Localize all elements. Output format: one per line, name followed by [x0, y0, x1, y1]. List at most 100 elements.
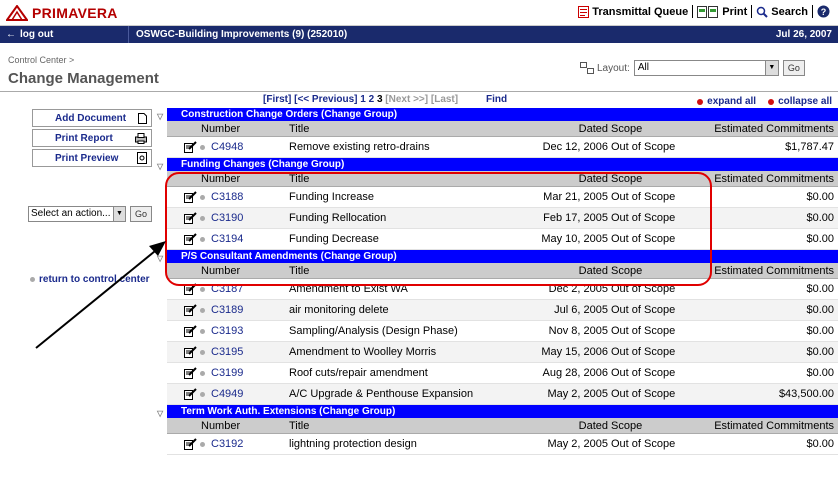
bullet-icon	[30, 277, 35, 282]
change-number-link[interactable]: C3195	[211, 346, 243, 358]
change-number-link[interactable]: C3199	[211, 367, 243, 379]
pagination: [First] [<< Previous] 1 2 3 [Next >>] [L…	[263, 94, 458, 105]
edit-icon[interactable]	[167, 325, 200, 337]
print-link[interactable]: Print	[693, 5, 751, 18]
collapse-triangle-icon[interactable]: ▽	[157, 160, 163, 173]
add-document-button[interactable]: Add Document	[32, 109, 152, 127]
print-preview-button[interactable]: Print Preview	[32, 149, 152, 167]
project-bar: ← log out OSWGC-Building Improvements (9…	[0, 26, 838, 43]
svg-text:?: ?	[821, 7, 827, 17]
action-select[interactable]: Select an action... ▼	[28, 206, 126, 222]
column-header-title[interactable]: Title	[289, 420, 503, 432]
column-header-estimated-commitments[interactable]: Estimated Commitments	[711, 123, 838, 135]
estimated-commitments: $0.00	[806, 325, 834, 337]
change-number-link[interactable]: C3189	[211, 304, 243, 316]
edit-icon[interactable]	[167, 388, 200, 400]
collapse-triangle-icon[interactable]: ▽	[157, 407, 163, 420]
search-icon	[757, 6, 769, 18]
column-header-dated[interactable]: Dated	[503, 123, 611, 135]
change-date: Aug 28, 2006	[542, 367, 608, 379]
group-title: Term Work Auth. Extensions (Change Group…	[181, 406, 396, 417]
bullet-icon	[200, 307, 205, 313]
expand-all-link[interactable]: expand all	[697, 96, 756, 107]
collapse-triangle-icon[interactable]: ▽	[157, 110, 163, 123]
group-header[interactable]: ▽ Term Work Auth. Extensions (Change Grou…	[157, 405, 838, 418]
column-header-estimated-commitments[interactable]: Estimated Commitments	[711, 420, 838, 432]
change-scope: Out of Scope	[611, 438, 676, 450]
change-number-link[interactable]: C3193	[211, 325, 243, 337]
edit-icon[interactable]	[167, 367, 200, 379]
column-header-number[interactable]: Number	[200, 420, 289, 432]
change-date: May 2, 2005	[547, 438, 608, 450]
column-header-scope[interactable]: Scope	[611, 123, 711, 135]
bullet-icon	[200, 144, 205, 150]
group-header[interactable]: ▽ Funding Changes (Change Group)	[157, 158, 838, 171]
return-label: return to control center	[39, 274, 150, 285]
document-icon	[578, 5, 590, 18]
action-go-button[interactable]: Go	[130, 206, 153, 222]
change-date: May 2, 2005	[547, 388, 608, 400]
collapse-triangle-icon[interactable]: ▽	[157, 252, 163, 265]
edit-icon[interactable]	[167, 438, 200, 450]
bullet-icon	[200, 286, 205, 292]
column-header-scope[interactable]: Scope	[611, 420, 711, 432]
breadcrumb[interactable]: Control Center >	[8, 55, 74, 65]
change-title: A/C Upgrade & Penthouse Expansion	[289, 388, 474, 400]
group-title: Funding Changes (Change Group)	[181, 159, 345, 170]
first-page-link[interactable]: [First]	[263, 94, 291, 105]
bullet-icon	[200, 441, 205, 447]
table-row: C3189 air monitoring delete Jul 6, 2005 Out…	[167, 300, 838, 321]
left-panel: Add Document Print Report Print Preview …	[0, 92, 160, 478]
change-number-link[interactable]: C3192	[211, 438, 243, 450]
column-header-row: Number Title Dated Scope Estimated Commitmen…	[167, 121, 838, 137]
estimated-commitments: $1,787.47	[785, 141, 834, 153]
change-date: May 15, 2006	[541, 346, 608, 358]
bullet-icon	[200, 391, 205, 397]
primavera-logo-icon	[6, 5, 28, 21]
layout-select-value: All	[637, 62, 649, 73]
page-link[interactable]: 2	[369, 94, 375, 105]
action-selector: Select an action... ▼ Go	[28, 206, 153, 222]
primavera-logo: PRIMAVERA	[6, 5, 118, 21]
layout-select[interactable]: All ▼	[633, 60, 779, 76]
project-name: OSWGC-Building Improvements (9) (252010)	[136, 29, 348, 40]
transmittal-queue-link[interactable]: Transmittal Queue	[574, 5, 692, 18]
print-icon	[697, 5, 719, 18]
estimated-commitments: $0.00	[806, 438, 834, 450]
column-header-title[interactable]: Title	[289, 123, 503, 135]
change-number-link[interactable]: C4948	[211, 141, 243, 153]
change-number-link[interactable]: C4949	[211, 388, 243, 400]
page-link[interactable]: 1	[360, 94, 366, 105]
previous-page-link[interactable]: [<< Previous]	[294, 94, 357, 105]
print-preview-icon	[137, 152, 147, 164]
print-report-button[interactable]: Print Report	[32, 129, 152, 147]
column-header-estimated-commitments[interactable]: Estimated Commitments	[711, 173, 838, 185]
collapse-all-label: collapse all	[778, 96, 832, 107]
layout-go-button[interactable]: Go	[782, 60, 805, 76]
layout-selector: Layout: All ▼ Go	[580, 60, 805, 76]
group-header[interactable]: ▽ Construction Change Orders (Change Grou…	[157, 108, 838, 121]
estimated-commitments: $0.00	[806, 233, 834, 245]
add-document-label: Add Document	[55, 112, 127, 124]
help-link[interactable]: ?	[813, 5, 834, 18]
column-header-number[interactable]: Number	[200, 123, 289, 135]
help-icon: ?	[817, 5, 830, 18]
find-link[interactable]: Find	[486, 94, 507, 105]
current-page: 3	[376, 94, 383, 105]
column-header-estimated-commitments[interactable]: Estimated Commitments	[711, 265, 838, 277]
column-header-dated[interactable]: Dated	[503, 420, 611, 432]
search-link[interactable]: Search	[752, 6, 812, 18]
last-page-link: [Last]	[430, 94, 459, 105]
change-title: Roof cuts/repair amendment	[289, 367, 428, 379]
edit-icon[interactable]	[167, 346, 200, 358]
bullet-icon	[200, 328, 205, 334]
collapse-all-link[interactable]: collapse all	[768, 96, 832, 107]
return-link[interactable]: return to control center	[30, 274, 150, 285]
logout-link[interactable]: ← log out	[6, 29, 53, 40]
collapse-icon	[768, 98, 775, 105]
edit-icon[interactable]	[167, 304, 200, 316]
table-row: C3192 lightning protection design May 2, 2…	[167, 434, 838, 455]
change-scope: Out of Scope	[611, 141, 676, 153]
layout-icon	[580, 62, 594, 74]
edit-icon[interactable]	[167, 141, 200, 153]
